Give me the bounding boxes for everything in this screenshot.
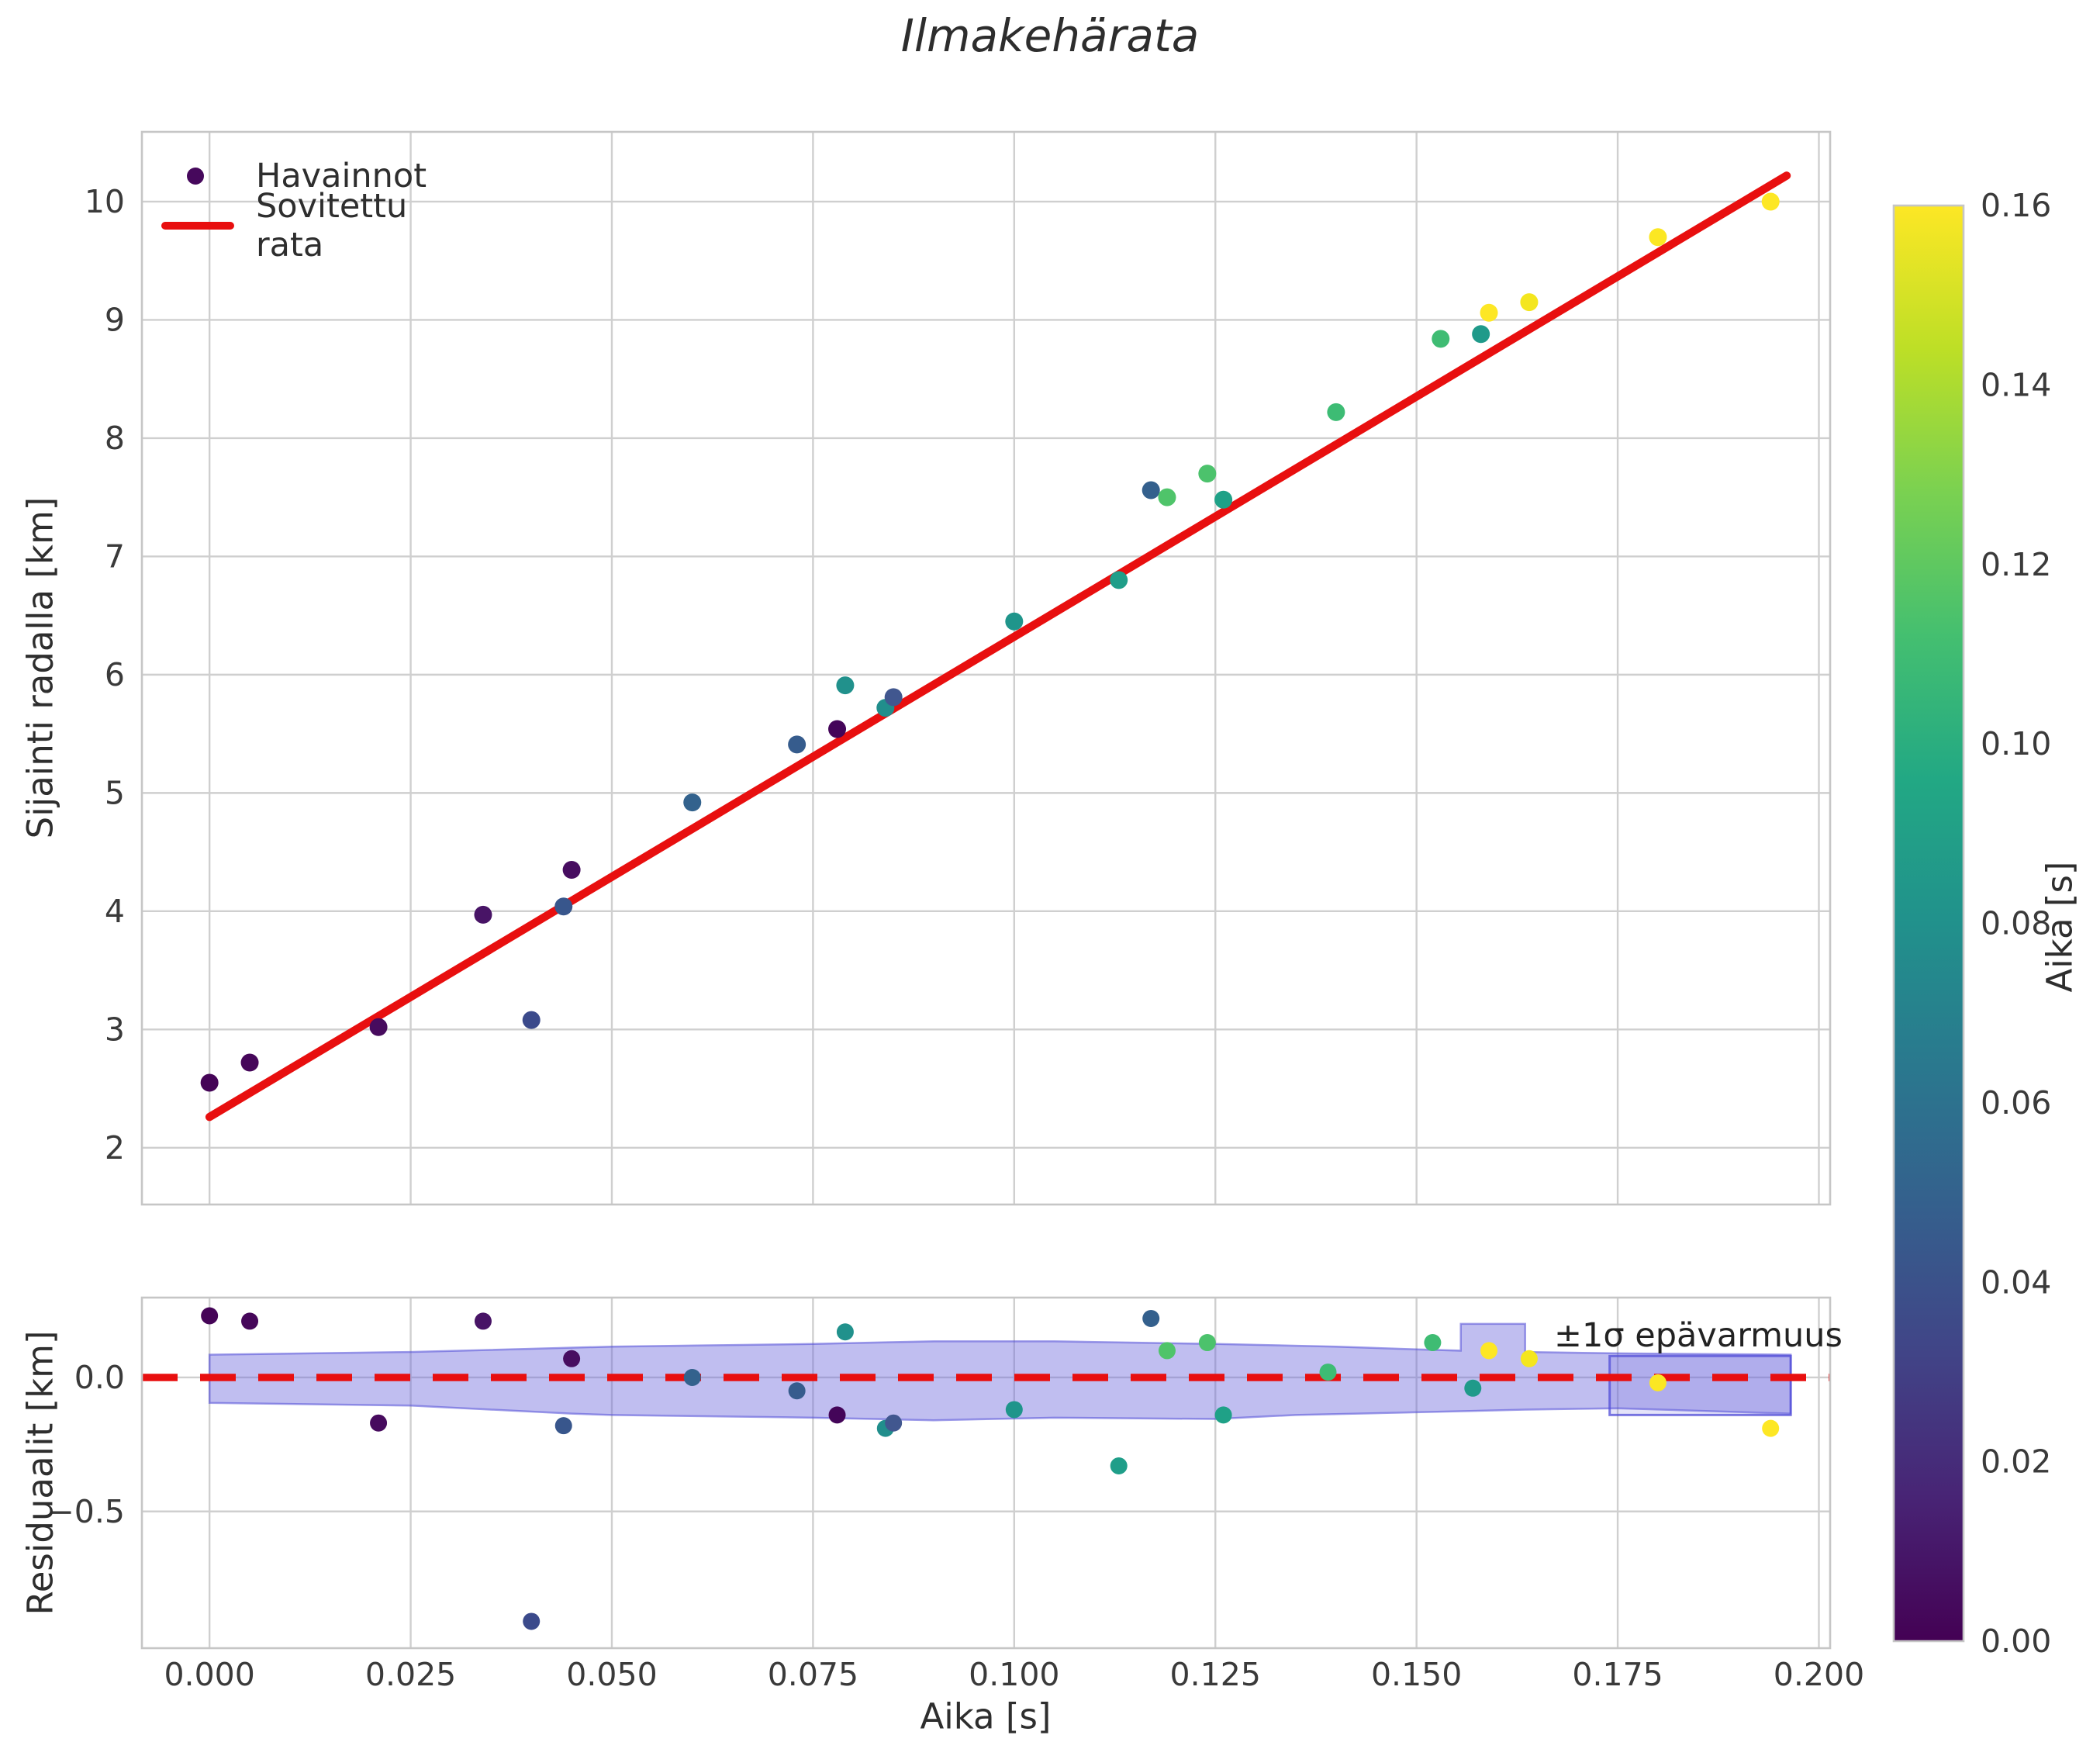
scatter-point — [240, 1053, 259, 1072]
scatter-point — [1327, 403, 1345, 421]
scatter-point — [1198, 465, 1217, 483]
y-tick-label: 9 — [105, 301, 125, 338]
scatter-point — [241, 1312, 259, 1330]
scatter-point — [1480, 303, 1498, 322]
y-tick-label: 10 — [85, 183, 125, 220]
scatter-point — [1214, 1406, 1232, 1424]
scatter-point — [788, 735, 806, 754]
scatter-point — [200, 1073, 219, 1092]
legend-entry-sovitettu-rata: Sovitettu rata — [256, 187, 408, 264]
x-axis-label: Aika [s] — [920, 1695, 1052, 1737]
colorbar-tick-label: 0.06 — [1981, 1084, 2051, 1122]
scatter-point — [554, 897, 573, 916]
scatter-point — [554, 1417, 572, 1435]
scatter-point — [1110, 1457, 1128, 1475]
y-tick-label: 2 — [105, 1129, 125, 1167]
scatter-point — [522, 1011, 541, 1029]
x-tick-label: 0.100 — [969, 1656, 1059, 1693]
scatter-point — [885, 1414, 903, 1432]
y-tick-label: 0.0 — [74, 1359, 125, 1396]
x-tick-label: 0.075 — [768, 1656, 858, 1693]
colorbar-tick-label: 0.10 — [1981, 725, 2051, 762]
x-tick-label: 0.000 — [164, 1656, 254, 1693]
scatter-point — [1198, 1334, 1216, 1352]
colorbar-tick-label: 0.04 — [1981, 1263, 2051, 1301]
scatter-point — [836, 1323, 854, 1341]
main-frame — [140, 130, 1832, 1206]
main-y-tick-labels: 2 3 4 5 6 7 8 9 10 — [85, 183, 125, 1167]
scatter-point — [1472, 325, 1490, 344]
scatter-point — [1520, 1350, 1538, 1367]
scatter-point — [1214, 490, 1233, 509]
y-tick-label: 8 — [105, 420, 125, 457]
scatter-point — [1110, 571, 1128, 589]
observations-scatter — [200, 192, 1780, 1092]
scatter-point — [523, 1612, 541, 1630]
x-tick-label: 0.150 — [1371, 1656, 1462, 1693]
residuals-x-tick-labels: 0.000 0.025 0.050 0.075 0.100 0.125 0.150 0.175… — [164, 1656, 1864, 1693]
scatter-point — [1649, 1374, 1667, 1391]
x-tick-label: 0.050 — [566, 1656, 657, 1693]
colorbar-tick-label: 0.12 — [1981, 546, 2051, 583]
scatter-point — [828, 720, 847, 738]
scatter-point — [828, 1406, 846, 1424]
residual-y-axis-label: Residuaalit [km] — [19, 1330, 61, 1616]
colorbar-tick-label: 0.02 — [1981, 1443, 2051, 1481]
scatter-point — [788, 1382, 806, 1400]
colorbar-tick-label: 0.14 — [1981, 366, 2051, 403]
uncertainty-band-step — [1608, 1354, 1792, 1416]
main-y-axis-label: Sijainti radalla [km] — [19, 496, 61, 839]
scatter-point — [1158, 1342, 1176, 1360]
x-tick-label: 0.025 — [365, 1656, 456, 1693]
scatter-point — [1005, 1401, 1023, 1419]
legend-point-marker — [187, 168, 204, 185]
y-tick-label: 5 — [105, 774, 125, 811]
y-tick-label: 3 — [105, 1011, 125, 1048]
colorbar-tick-label: 0.00 — [1981, 1623, 2051, 1660]
scatter-point — [1520, 293, 1539, 312]
scatter-point — [683, 1368, 701, 1386]
scatter-point — [1319, 1364, 1337, 1381]
fit-line — [205, 171, 1791, 1122]
scatter-point — [369, 1018, 388, 1036]
uncertainty-annotation: ±1σ epävarmuus — [1554, 1316, 1843, 1355]
scatter-point — [1464, 1379, 1482, 1397]
scatter-point — [1142, 481, 1160, 499]
legend-line-marker — [161, 222, 234, 230]
scatter-point — [1142, 1309, 1160, 1327]
colorbar-gradient — [1892, 204, 1965, 1643]
scatter-point — [562, 860, 581, 879]
chart-title: Ilmakehärata — [900, 9, 1200, 62]
scatter-point — [1158, 488, 1176, 506]
main-grid — [142, 132, 1830, 1205]
y-tick-label: 6 — [105, 656, 125, 693]
scatter-point — [474, 1312, 492, 1330]
x-tick-label: 0.175 — [1572, 1656, 1663, 1693]
scatter-point — [370, 1414, 388, 1432]
scatter-point — [563, 1350, 581, 1367]
scatter-point — [1424, 1334, 1442, 1352]
x-tick-label: 0.125 — [1170, 1656, 1261, 1693]
scatter-point — [1480, 1342, 1498, 1360]
colorbar-tick-label: 0.16 — [1981, 187, 2051, 224]
scatter-point — [201, 1307, 219, 1325]
y-tick-label: 4 — [105, 893, 125, 930]
scatter-point — [683, 793, 702, 812]
scatter-point — [1762, 1419, 1780, 1437]
scatter-point — [1005, 612, 1024, 631]
scatter-point — [1761, 192, 1780, 211]
figure: 2 3 4 5 6 7 8 9 10 0.0 −0.5 0.000 0.025 0.050 0.075 0.1… — [0, 0, 2100, 1742]
scatter-point — [1432, 330, 1450, 348]
scatter-point — [836, 676, 855, 695]
x-tick-label: 0.200 — [1774, 1656, 1864, 1693]
scatter-point — [884, 688, 903, 707]
scatter-point — [474, 905, 492, 924]
scatter-point — [1649, 228, 1667, 247]
colorbar-label: Aika [s] — [2039, 861, 2081, 993]
y-tick-label: 7 — [105, 537, 125, 575]
